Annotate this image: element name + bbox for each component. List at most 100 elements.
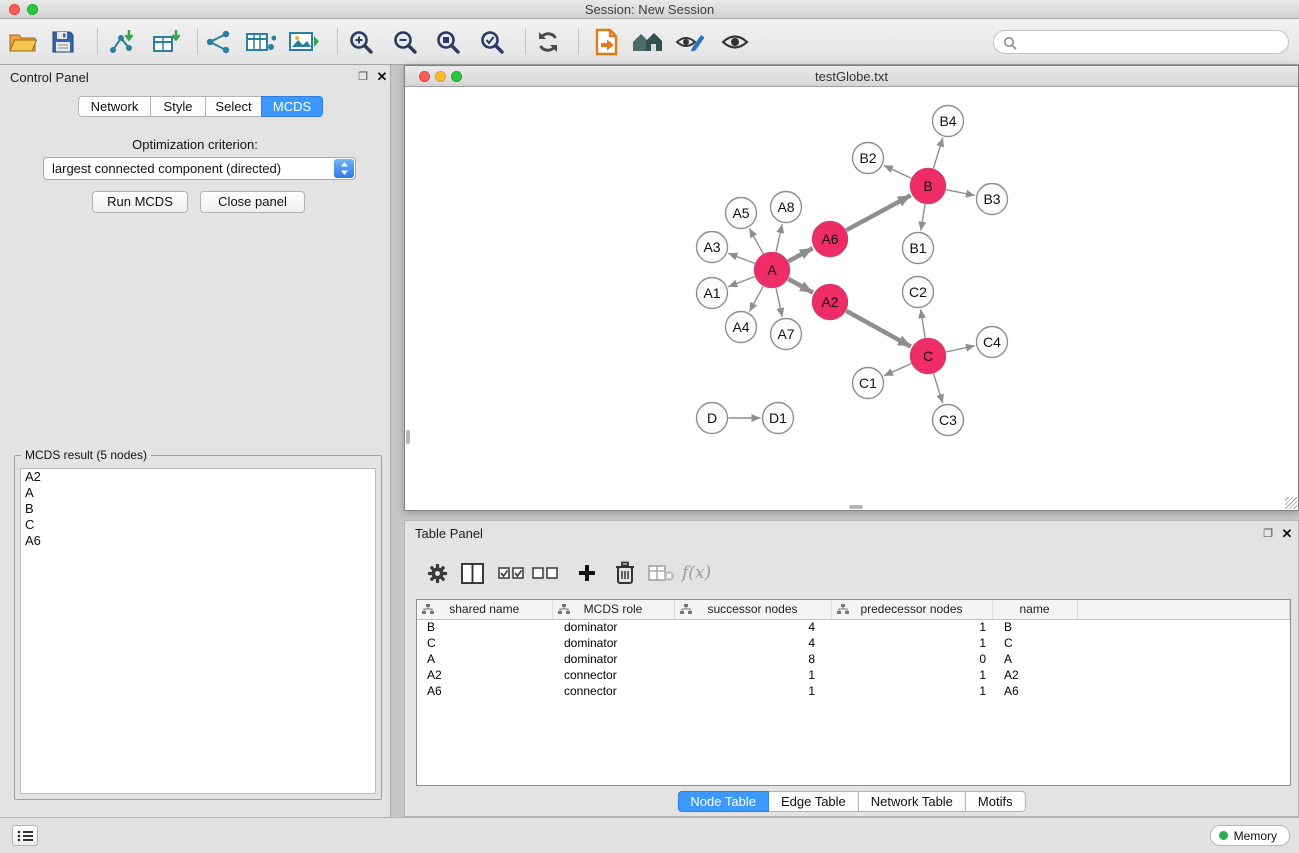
float-panel-icon[interactable]: ❐ (356, 70, 370, 84)
table-float-icon[interactable]: ❐ (1261, 527, 1275, 541)
criterion-select[interactable]: largest connected component (directed) (43, 157, 356, 180)
table-cell[interactable]: connector (552, 667, 674, 683)
new-network-button[interactable] (205, 30, 233, 54)
network-window-titlebar[interactable]: testGlobe.txt (405, 66, 1298, 87)
graph-edge-A-A2[interactable] (788, 279, 813, 293)
memory-button[interactable]: Memory (1210, 825, 1290, 846)
delete-table-button-disabled[interactable] (648, 553, 675, 593)
table-cell[interactable]: connector (552, 683, 674, 699)
table-cell[interactable]: 1 (831, 667, 992, 683)
refresh-button[interactable] (535, 29, 561, 55)
table-cell[interactable]: A2 (417, 667, 552, 683)
column-header-shared-name[interactable]: shared name (417, 600, 552, 619)
graph-edge-B-B4[interactable] (933, 138, 943, 169)
network-minimize-traffic-light[interactable] (435, 71, 446, 82)
close-traffic-light[interactable] (9, 4, 20, 15)
table-cell[interactable]: A (992, 651, 1077, 667)
graph-edge-C-C1[interactable] (884, 364, 911, 376)
tab-network-table[interactable]: Network Table (858, 791, 966, 812)
save-session-button[interactable] (51, 30, 75, 54)
graph-edge-C-C2[interactable] (921, 309, 925, 337)
vertical-scrollbar-thumb[interactable] (406, 430, 410, 444)
network-close-traffic-light[interactable] (419, 71, 430, 82)
graph-edge-B-B3[interactable] (946, 190, 975, 196)
tab-motifs[interactable]: Motifs (965, 791, 1026, 812)
network-zoom-traffic-light[interactable] (451, 71, 462, 82)
table-row[interactable]: A2connector11A2 (417, 667, 1290, 683)
table-cell[interactable]: 1 (674, 667, 831, 683)
table-row[interactable]: Bdominator41B (417, 619, 1290, 635)
select-all-columns-button[interactable] (498, 553, 524, 593)
create-column-button[interactable] (577, 553, 597, 593)
home-view-button[interactable] (632, 30, 664, 54)
graph-edge-A-A3[interactable] (728, 253, 754, 263)
import-network-button[interactable] (107, 29, 135, 55)
table-cell[interactable]: 4 (674, 635, 831, 651)
table-cell[interactable]: B (992, 619, 1077, 635)
column-header-predecessor-nodes[interactable]: predecessor nodes (831, 600, 992, 619)
zoom-fit-button[interactable] (435, 29, 461, 55)
column-header-mcds-role[interactable]: MCDS role (552, 600, 674, 619)
annotation-mode-button[interactable] (675, 31, 705, 53)
table-cell[interactable]: dominator (552, 635, 674, 651)
column-header-successor-nodes[interactable]: successor nodes (674, 600, 831, 619)
close-panel-icon[interactable]: ✕ (375, 70, 389, 84)
tab-select[interactable]: Select (205, 96, 262, 117)
window-resize-grip[interactable] (1285, 497, 1297, 509)
network-table-button[interactable] (246, 30, 276, 54)
zoom-out-button[interactable] (392, 29, 418, 55)
deselect-all-columns-button[interactable] (532, 553, 558, 593)
tab-node-table[interactable]: Node Table (677, 791, 769, 812)
graph-edge-B-B1[interactable] (921, 204, 925, 230)
table-cell[interactable]: 4 (674, 619, 831, 635)
table-cell[interactable]: 1 (674, 683, 831, 699)
close-panel-button[interactable]: Close panel (200, 191, 305, 213)
search-box[interactable] (993, 30, 1289, 54)
search-input[interactable] (1022, 32, 1278, 52)
tab-mcds[interactable]: MCDS (261, 96, 323, 117)
export-image-button[interactable] (289, 30, 319, 54)
network-canvas[interactable]: B4B2BB3A8A5A6A3B1AC2A1A2A4A7C4CC1C3DD1 (405, 87, 1298, 510)
mcds-result-item[interactable]: C (21, 517, 375, 533)
show-hide-button[interactable] (721, 33, 749, 51)
table-row[interactable]: Adominator80A (417, 651, 1290, 667)
run-mcds-button[interactable]: Run MCDS (92, 191, 188, 213)
table-cell[interactable]: A6 (417, 683, 552, 699)
graph-edge-A-A6[interactable] (788, 248, 813, 261)
zoom-selected-button[interactable] (479, 29, 505, 55)
import-table-button[interactable] (152, 29, 180, 55)
table-close-icon[interactable]: ✕ (1280, 527, 1294, 541)
tab-style[interactable]: Style (150, 96, 206, 117)
function-builder-button-disabled[interactable]: f(x) (682, 553, 711, 593)
table-cell[interactable]: B (417, 619, 552, 635)
column-header-name[interactable]: name (992, 600, 1077, 619)
mcds-result-item[interactable]: A (21, 485, 375, 501)
tab-network[interactable]: Network (78, 96, 151, 117)
delete-column-button[interactable] (615, 553, 635, 593)
graph-edge-A2-C[interactable] (846, 311, 911, 347)
table-settings-button[interactable] (426, 553, 449, 593)
open-session-file-button[interactable] (594, 28, 620, 56)
table-cell[interactable]: 8 (674, 651, 831, 667)
graph-edge-B-B2[interactable] (884, 165, 911, 178)
graph-edge-C-C3[interactable] (934, 374, 943, 404)
table-cell[interactable]: C (992, 635, 1077, 651)
mcds-result-item[interactable]: B (21, 501, 375, 517)
table-cell[interactable]: 1 (831, 619, 992, 635)
graph-edge-A-A5[interactable] (749, 228, 763, 253)
task-history-button[interactable] (12, 825, 38, 846)
graph-edge-A-A1[interactable] (728, 277, 754, 287)
graph-edge-C-C4[interactable] (946, 346, 975, 352)
table-row[interactable]: Cdominator41C (417, 635, 1290, 651)
graph-edge-A-A4[interactable] (749, 286, 763, 311)
table-cell[interactable]: C (417, 635, 552, 651)
table-cell[interactable]: dominator (552, 651, 674, 667)
table-cell[interactable]: 1 (831, 635, 992, 651)
mcds-result-item[interactable]: A6 (21, 533, 375, 549)
graph-edge-A-A7[interactable] (776, 288, 782, 317)
zoom-traffic-light[interactable] (27, 4, 38, 15)
graph-edge-A-A8[interactable] (776, 224, 782, 252)
tab-edge-table[interactable]: Edge Table (768, 791, 859, 812)
horizontal-scrollbar-thumb[interactable] (849, 505, 863, 509)
table-cell[interactable]: dominator (552, 619, 674, 635)
